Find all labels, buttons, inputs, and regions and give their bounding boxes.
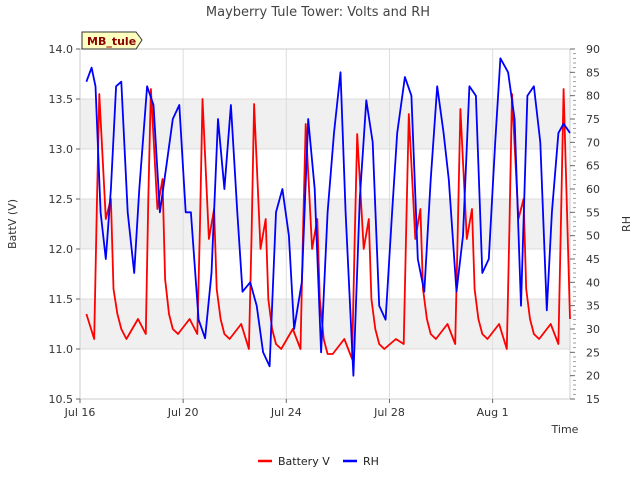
y-left-axis-ticks: 10.5 11.0 11.5 12.0 12.5 13.0 13.5 14.0 [49,43,80,406]
y-right-tick-label: 75 [586,113,600,126]
y-right-tick-label: 70 [586,136,600,149]
legend: Battery V RH [258,455,379,468]
y-left-tick-label: 13.5 [49,93,74,106]
y-right-axis-label: RH [620,216,633,232]
y-left-axis-label: BattV (V) [6,199,19,249]
legend-label-battery: Battery V [278,455,330,468]
y-right-tick-label: 45 [586,253,600,266]
y-right-tick-label: 30 [586,323,600,336]
band-0 [80,199,570,249]
x-tick-label: Jul 20 [167,406,199,419]
x-axis-ticks: Jul 16 Jul 20 Jul 24 Jul 28 Aug 1 [64,399,509,419]
y-right-tick-label: 35 [586,300,600,313]
y-right-tick-label: 65 [586,160,600,173]
chart: Mayberry Tule Tower: Volts and RH Jul 16… [6,5,633,468]
x-tick-label: Aug 1 [477,406,509,419]
y-left-tick-label: 12.0 [49,243,74,256]
y-right-tick-label: 80 [586,90,600,103]
y-right-tick-label: 85 [586,66,600,79]
y-right-tick-label: 20 [586,370,600,383]
y-right-tick-label: 55 [586,206,600,219]
x-tick-label: Jul 28 [373,406,405,419]
y-right-tick-label: 40 [586,276,600,289]
y-right-tick-label: 15 [586,393,600,406]
x-tick-label: Jul 16 [64,406,96,419]
y-right-tick-label: 50 [586,230,600,243]
y-left-tick-label: 12.5 [49,193,74,206]
y-right-axis-ticks: 15 20 25 30 35 40 45 50 55 60 65 70 75 80 85 90 [570,43,600,406]
y-left-tick-label: 14.0 [49,43,74,56]
y-right-tick-label: 60 [586,183,600,196]
station-badge-label: MB_tule [87,35,136,48]
legend-label-rh: RH [363,455,379,468]
y-right-tick-label: 90 [586,43,600,56]
y-left-tick-label: 13.0 [49,143,74,156]
x-axis-label: Time [551,423,579,436]
chart-title: Mayberry Tule Tower: Volts and RH [206,5,430,20]
y-left-tick-label: 10.5 [49,393,74,406]
x-tick-label: Jul 24 [270,406,302,419]
station-badge: MB_tule [81,31,143,50]
y-right-tick-label: 25 [586,346,600,359]
y-left-tick-label: 11.5 [49,293,74,306]
y-left-tick-label: 11.0 [49,343,74,356]
